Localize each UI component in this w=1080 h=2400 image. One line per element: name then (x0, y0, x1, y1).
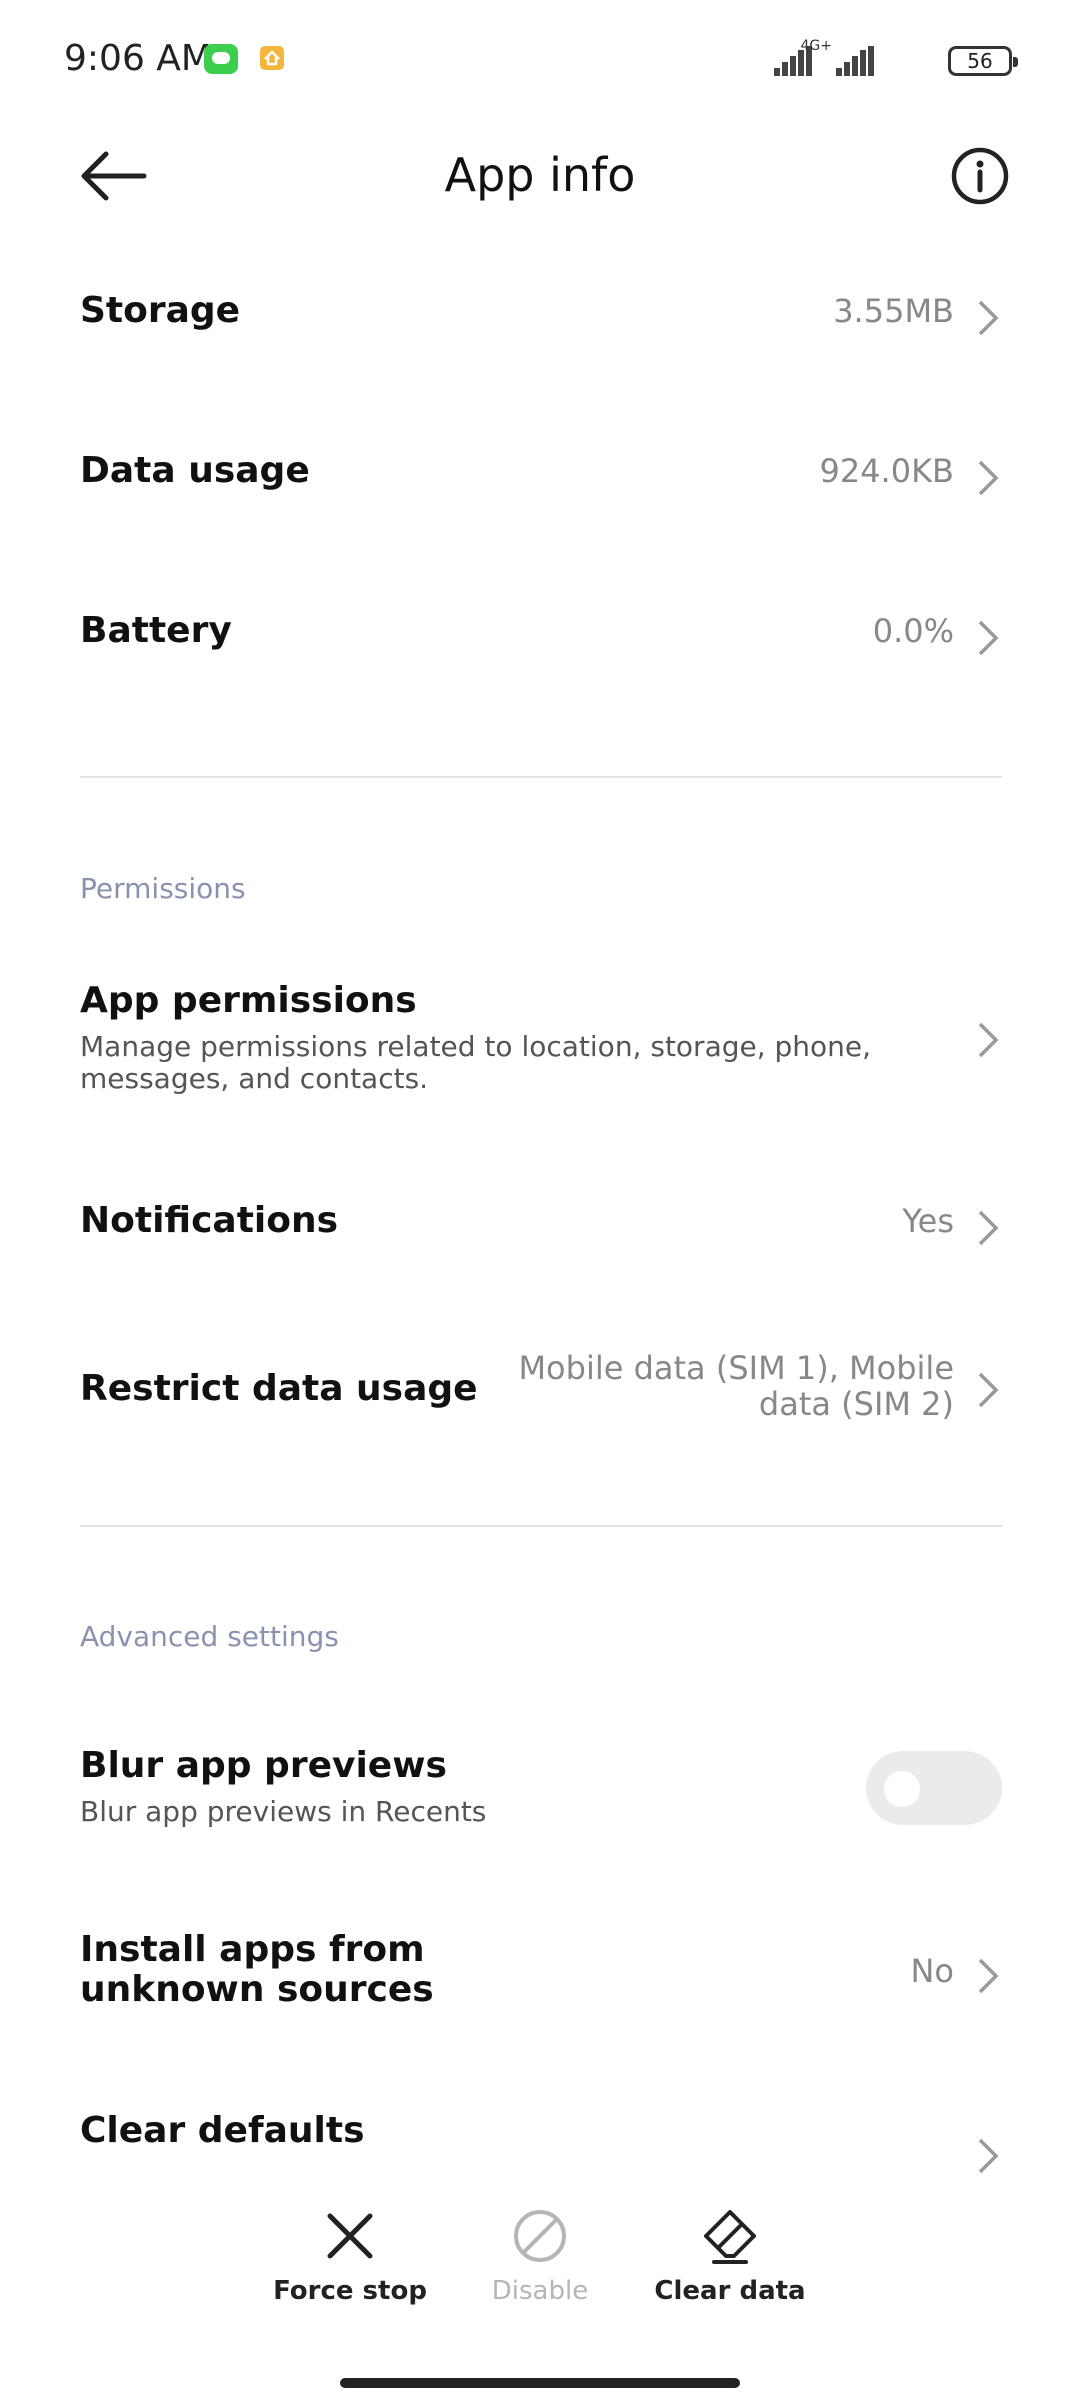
force-stop-button[interactable]: Force stop (260, 2206, 440, 2306)
blur-app-previews-toggle[interactable] (866, 1751, 1002, 1825)
restrict-data-usage-label: Restrict data usage (80, 1368, 478, 1409)
install-unknown-sources-label: Install apps from unknown sources (80, 1929, 434, 2010)
battery-icon: 56 (948, 46, 1018, 76)
disable-label: Disable (491, 2276, 589, 2306)
blur-app-previews-description: Blur app previews in Recents (80, 1795, 487, 1828)
force-stop-label: Force stop (273, 2276, 427, 2306)
chevron-right-icon (978, 1958, 999, 1994)
battery-label: Battery (80, 610, 232, 651)
chevron-right-icon (978, 1372, 999, 1408)
chevron-right-icon (978, 300, 999, 336)
disable-button[interactable]: Disable (450, 2206, 630, 2306)
chevron-right-icon (978, 620, 999, 656)
battery-row[interactable]: Battery 0.0% (80, 610, 1002, 670)
notifications-row[interactable]: Notifications Yes (80, 1200, 1002, 1260)
blur-app-previews-label: Blur app previews (80, 1745, 447, 1786)
restrict-data-usage-value: Mobile data (SIM 1), Mobile data (SIM 2) (518, 1349, 954, 1423)
signal-sim2-icon (836, 46, 876, 76)
chevron-right-icon (978, 460, 999, 496)
app-info-screen: 9:06 AM 4G+ 56 App info Storage 3.55MB D… (0, 0, 1080, 2400)
home-notification-icon (260, 46, 284, 70)
data-usage-label: Data usage (80, 450, 310, 491)
app-permissions-description: Manage permissions related to location, … (80, 1030, 872, 1095)
blur-app-previews-row[interactable]: Blur app previews Blur app previews in R… (80, 1745, 1002, 1845)
storage-value: 3.55MB (833, 292, 954, 330)
divider (80, 1525, 1002, 1527)
install-unknown-sources-value: No (910, 1952, 954, 1990)
action-bar: Force stop Disable Clear data (0, 2190, 1080, 2340)
page-title: App info (444, 148, 636, 202)
battery-value: 0.0% (872, 612, 954, 650)
section-header-permissions: Permissions (80, 872, 246, 905)
chevron-right-icon (978, 2138, 999, 2174)
status-bar: 9:06 AM 4G+ 56 (0, 0, 1080, 120)
network-type: 4G+ (800, 38, 833, 54)
clear-defaults-row[interactable]: Clear defaults (80, 2110, 1002, 2174)
data-usage-row[interactable]: Data usage 924.0KB (80, 450, 1002, 510)
chevron-right-icon (978, 1022, 999, 1058)
app-permissions-label: App permissions (80, 980, 417, 1021)
app-permissions-row[interactable]: App permissions Manage permissions relat… (80, 980, 1002, 1100)
status-time: 9:06 AM (64, 38, 212, 79)
block-icon (514, 2210, 566, 2262)
divider (80, 776, 1002, 778)
restrict-data-usage-row[interactable]: Restrict data usage Mobile data (SIM 1),… (80, 1350, 1002, 1430)
storage-label: Storage (80, 290, 241, 331)
notifications-value: Yes (902, 1202, 954, 1240)
clear-defaults-label: Clear defaults (80, 2110, 365, 2151)
battery-level: 56 (967, 49, 993, 73)
message-notification-icon (204, 44, 238, 74)
eraser-icon (704, 2210, 756, 2264)
x-icon (327, 2213, 373, 2259)
chevron-right-icon (978, 1210, 999, 1246)
toggle-knob (884, 1771, 920, 1807)
data-usage-value: 924.0KB (819, 452, 954, 490)
home-indicator[interactable] (340, 2378, 740, 2388)
clear-data-button[interactable]: Clear data (640, 2206, 820, 2306)
storage-row[interactable]: Storage 3.55MB (80, 290, 1002, 350)
clear-data-label: Clear data (654, 2276, 806, 2306)
info-icon[interactable] (950, 146, 1010, 206)
section-header-advanced-settings: Advanced settings (80, 1620, 339, 1653)
install-unknown-sources-row[interactable]: Install apps from unknown sources No (80, 1930, 1002, 2020)
notifications-label: Notifications (80, 1200, 339, 1241)
header: App info (0, 120, 1080, 230)
